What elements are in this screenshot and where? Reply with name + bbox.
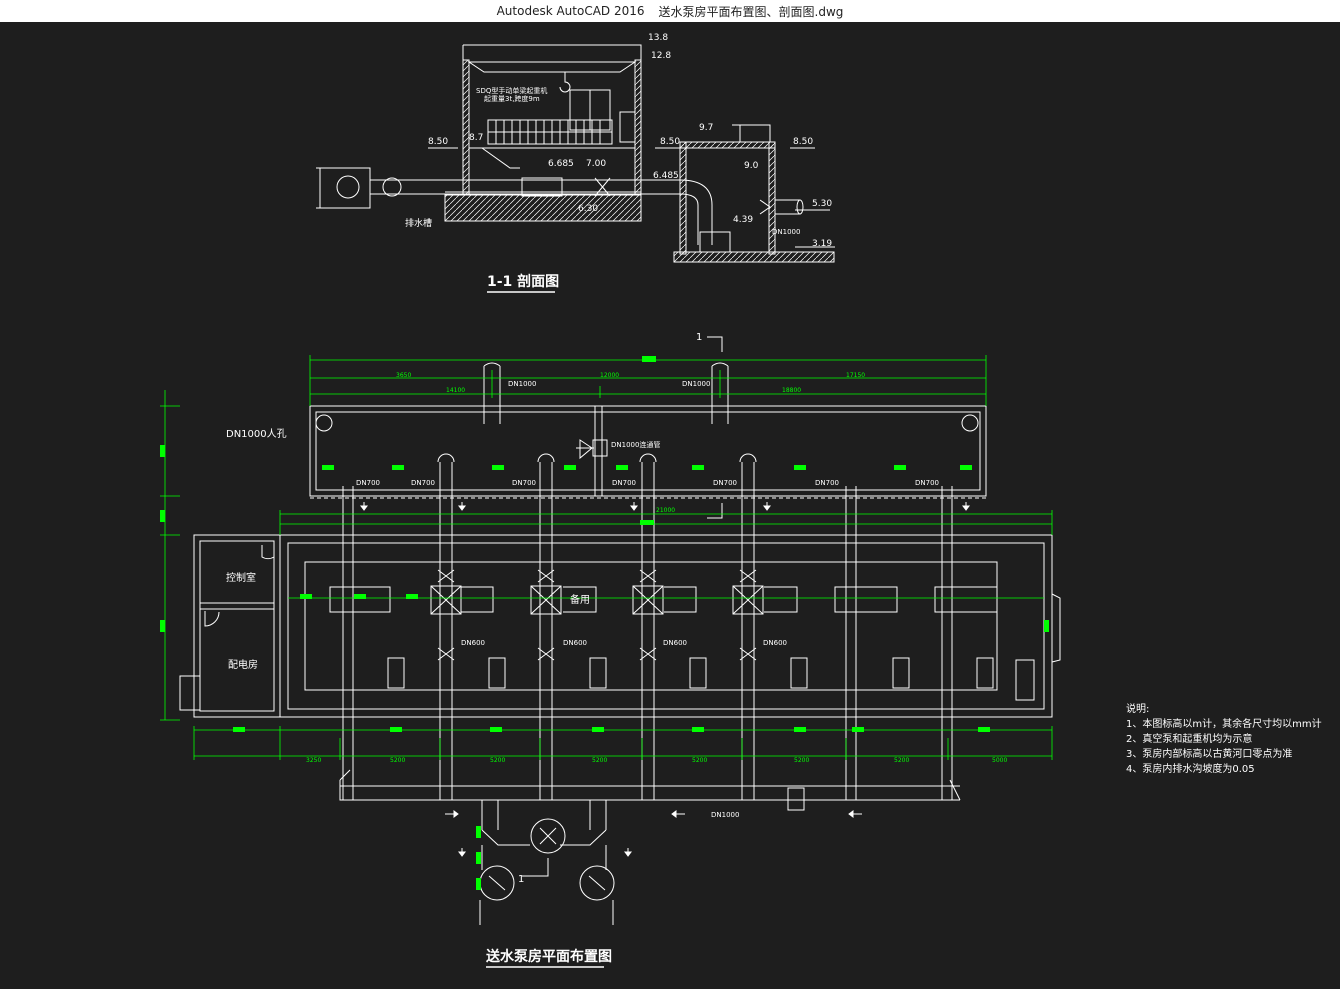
label-dn700-5: DN700: [815, 479, 839, 487]
label-dn700-3: DN700: [612, 479, 636, 487]
elev-12-8: 12.8: [651, 51, 671, 61]
pump-house-right-wall: [634, 59, 642, 196]
plan-title: 送水泵房平面布置图: [485, 948, 612, 965]
dimension-lines: [160, 355, 1053, 760]
pump-house-left-wall: [462, 59, 470, 196]
dim-bottom-1: 5200: [390, 757, 405, 764]
note-item-1: 1、本图标高以m计，其余各尺寸均以mm计: [1126, 719, 1322, 730]
elev-6-685: 6.685: [548, 159, 574, 169]
elev-4-39: 4.39: [733, 215, 753, 225]
dim-bottom-4: 5200: [692, 757, 707, 764]
dim-top-0: 3650: [396, 372, 411, 379]
label-dn1000-bottom: DN1000: [711, 811, 739, 819]
dim-bottom-2: 5200: [490, 757, 505, 764]
label-spare: 备用: [570, 593, 590, 606]
title-bar: Autodesk AutoCAD 2016 送水泵房平面布置图、剖面图.dwg: [0, 0, 1340, 23]
pump-units: [387, 569, 994, 689]
suction-pipes: [342, 453, 953, 800]
crane-label-1: SDQ型手动单梁起重机: [476, 86, 547, 95]
label-dn700-0: DN700: [356, 479, 380, 487]
section-dn1000: DN1000: [772, 228, 800, 236]
intake-box: [316, 167, 371, 209]
drain-label: 排水槽: [405, 217, 432, 229]
label-dn700-6: DN700: [915, 479, 939, 487]
label-dn600-1: DN600: [563, 639, 587, 647]
app-name: Autodesk AutoCAD 2016: [496, 4, 645, 18]
dim-bottom-7: 5000: [992, 757, 1007, 764]
file-name: 送水泵房平面布置图、剖面图.dwg: [658, 4, 844, 19]
elev-7-00: 7.00: [586, 159, 606, 169]
elev-9-7: 9.7: [699, 123, 713, 133]
label-dn600-0: DN600: [461, 639, 485, 647]
drawing-canvas[interactable]: 13.8 12.8 8.50 8.7 6.685 7.00 6.485 6.30…: [0, 22, 1340, 985]
label-dn1000-left: DN1000: [508, 380, 536, 388]
dim-top-1: 12000: [600, 372, 619, 379]
dim-bottom-3: 5200: [592, 757, 607, 764]
section-title: 1-1 剖面图: [487, 273, 559, 290]
valve-bowtie: [594, 177, 611, 197]
dimension-ticks: [160, 356, 1049, 890]
stair: [481, 147, 520, 169]
label-dn700-1: DN700: [411, 479, 435, 487]
plan-labels: 1 1 DN1000 DN1000 DN1000人孔 DN1000连通管 DN7…: [226, 332, 939, 965]
chamber-base: [673, 251, 835, 263]
elev-6-30: 6.30: [578, 204, 598, 214]
label-dn1000-right: DN1000: [682, 380, 710, 388]
label-connector: DN1000连通管: [611, 440, 660, 449]
notes-block: 说明: 1、本图标高以m计，其余各尺寸均以mm计 2、真空泵和起重机均为示意 3…: [1126, 702, 1322, 777]
roof-outline: [462, 44, 642, 60]
section-view: [316, 44, 835, 263]
crane-beam: [467, 61, 637, 73]
label-dn700-2: DN700: [512, 479, 536, 487]
notes-heading: 说明:: [1126, 704, 1150, 715]
dimension-text: 3650 12000 17150 14100 18800 21000 3250 …: [306, 372, 1007, 764]
section-mark-top: 1: [696, 332, 702, 343]
pump-house: [179, 534, 1061, 718]
intake-channel: [309, 362, 987, 499]
label-power-room: 配电房: [228, 658, 258, 671]
elev-13-8: 13.8: [648, 33, 668, 43]
section-mark-bottom: 1: [518, 874, 524, 885]
label-dn600-3: DN600: [763, 639, 787, 647]
crane-hook: [559, 72, 571, 93]
outlet-pipe: [775, 199, 800, 215]
label-dn600-2: DN600: [663, 639, 687, 647]
dim-bottom-0: 3250: [306, 757, 321, 764]
elev-8-50-right: 8.50: [793, 137, 813, 147]
elev-8-7: 8.7: [469, 133, 483, 143]
elev-8-50-left: 8.50: [428, 137, 448, 147]
crane-label-2: 起重量3t,跨度9m: [484, 94, 540, 103]
cad-drawing: 13.8 12.8 8.50 8.7 6.685 7.00 6.485 6.30…: [160, 33, 1061, 968]
elev-5-30: 5.30: [812, 199, 832, 209]
note-item-3: 3、泵房内部标高以古黄河口零点为准: [1126, 749, 1293, 760]
elev-3-19: 3.19: [812, 239, 832, 249]
label-control-room: 控制室: [226, 571, 256, 584]
note-item-2: 2、真空泵和起重机均为示意: [1126, 734, 1253, 745]
elev-6-485: 6.485: [653, 171, 679, 181]
floor-slab: [444, 194, 642, 222]
dim-inner: 21000: [656, 507, 675, 514]
elev-8-50-mid: 8.50: [660, 137, 680, 147]
elev-9-0: 9.0: [744, 161, 759, 171]
dim-second-0: 14100: [446, 387, 465, 394]
dim-top-2: 17150: [846, 372, 865, 379]
discharge-manifold: [339, 769, 961, 925]
label-manhole: DN1000人孔: [226, 428, 287, 440]
dim-second-1: 18800: [782, 387, 801, 394]
label-dn700-4: DN700: [713, 479, 737, 487]
note-item-4: 4、泵房内排水沟坡度为0.05: [1126, 764, 1255, 775]
dim-bottom-5: 5200: [794, 757, 809, 764]
dim-bottom-6: 5200: [894, 757, 909, 764]
